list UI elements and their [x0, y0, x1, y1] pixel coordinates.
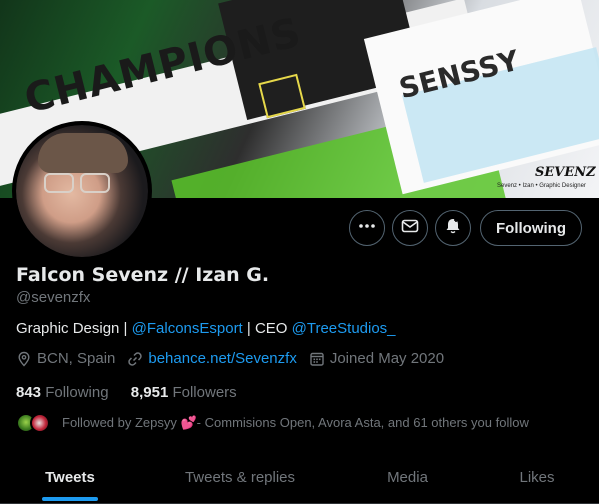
tab-label-replies: Tweets & replies	[184, 469, 296, 486]
profile-bio: Graphic Design | @FalconsEsport | CEO @T…	[16, 320, 396, 337]
avatar-glasses-left	[44, 173, 74, 193]
following-button[interactable]: Following	[480, 210, 582, 246]
tab-label-likes: Likes	[519, 469, 555, 486]
tab-tweets[interactable]: Tweets	[0, 452, 140, 503]
follow-counts: 843 Following 8,951 Followers	[16, 384, 255, 401]
bell-plus-icon	[444, 217, 462, 240]
profile-name: Falcon Sevenz // Izan G.	[16, 264, 270, 286]
banner-signature-sub: Sevenz • Izan • Graphic Designer	[497, 183, 586, 189]
bio-link-treestudios[interactable]: @TreeStudios_	[292, 320, 396, 337]
website-link[interactable]: behance.net/Sevenzfx	[148, 350, 296, 367]
profile-tabs: Tweets Tweets & replies Media Likes	[0, 452, 599, 504]
more-icon	[358, 217, 376, 240]
following-count-link[interactable]: 843 Following	[16, 384, 109, 401]
location-pin-icon	[16, 351, 32, 367]
avatar-glasses-right	[80, 173, 110, 193]
followed-by-text: Followed by Zepsyy 💕- Commisions Open, A…	[62, 415, 529, 430]
followers-label: Followers	[172, 384, 237, 401]
website-item[interactable]: behance.net/Sevenzfx	[127, 350, 297, 367]
tab-tweets-and-replies[interactable]: Tweets & replies	[140, 452, 340, 503]
profile-handle: @sevenzfx	[16, 289, 91, 306]
calendar-icon	[309, 351, 325, 367]
tab-label-tweets: Tweets	[45, 469, 95, 486]
bio-text-prefix: Graphic Design |	[16, 320, 132, 337]
followers-count-link[interactable]: 8,951 Followers	[131, 384, 237, 401]
profile-meta: BCN, Spain behance.net/Sevenzfx Joined M…	[16, 350, 456, 367]
mail-icon	[401, 217, 419, 240]
tab-label-media: Media	[387, 469, 428, 486]
tab-likes[interactable]: Likes	[475, 452, 599, 503]
joined-text: Joined May 2020	[329, 350, 445, 367]
following-label: Following	[45, 384, 109, 401]
link-icon	[127, 351, 143, 367]
banner-signature: SEVENZ	[535, 165, 596, 180]
joined-item: Joined May 2020	[309, 350, 444, 367]
notifications-button[interactable]	[435, 210, 471, 246]
location-item: BCN, Spain	[16, 350, 115, 367]
tab-media[interactable]: Media	[340, 452, 475, 503]
avatar-hair	[38, 133, 128, 173]
message-button[interactable]	[392, 210, 428, 246]
avatar[interactable]	[12, 121, 152, 261]
followed-by[interactable]: Followed by Zepsyy 💕- Commisions Open, A…	[16, 413, 529, 433]
bio-link-falcons[interactable]: @FalconsEsport	[132, 320, 243, 337]
follower-avatar-2	[30, 413, 50, 433]
active-tab-indicator	[42, 497, 98, 501]
following-count: 843	[16, 384, 42, 401]
location-text: BCN, Spain	[37, 350, 116, 367]
more-button[interactable]	[349, 210, 385, 246]
banner-logo	[258, 73, 306, 119]
bio-text-middle: | CEO	[242, 320, 292, 337]
followers-count: 8,951	[130, 384, 169, 401]
